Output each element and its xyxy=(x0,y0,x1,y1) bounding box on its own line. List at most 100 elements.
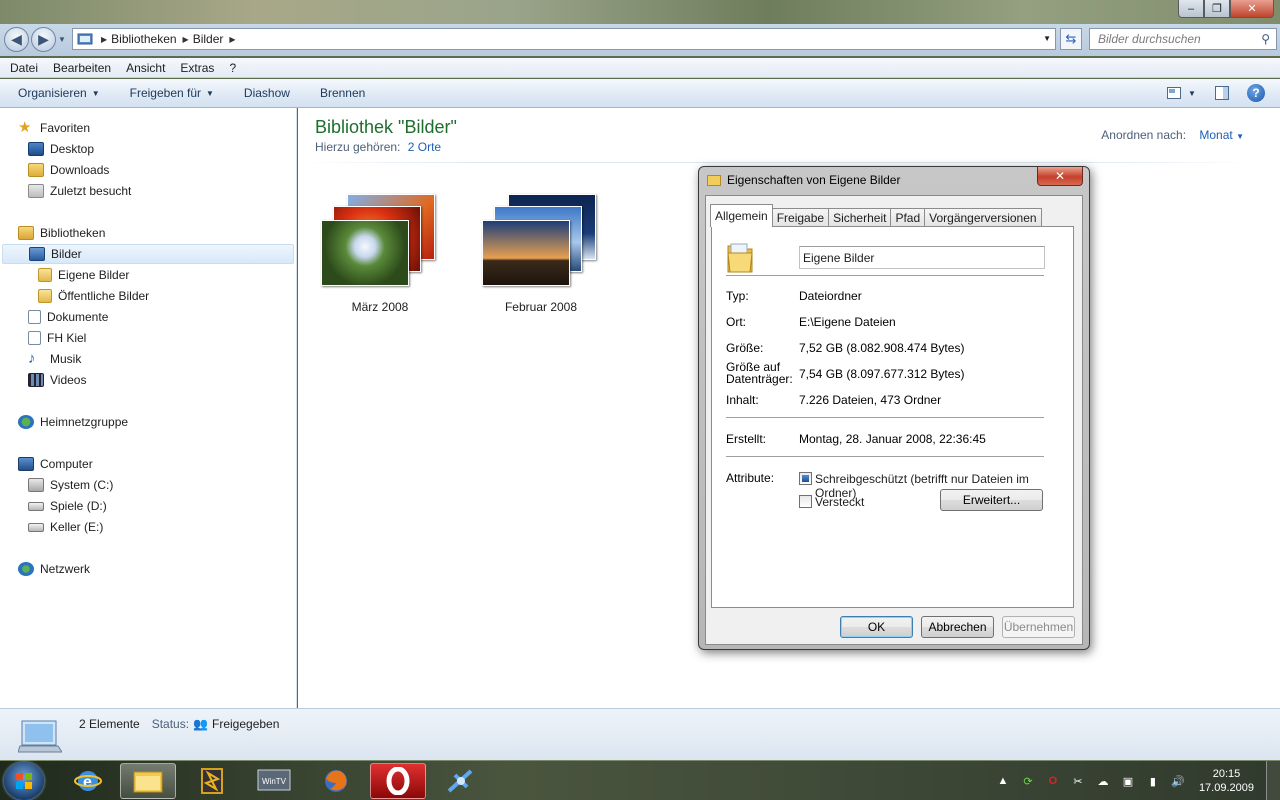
change-view-button[interactable] xyxy=(1164,83,1184,103)
folder-stack-februar-2008[interactable] xyxy=(476,194,606,304)
sync-icon[interactable]: ⟳ xyxy=(1019,773,1037,789)
close-window-button[interactable]: ✕ xyxy=(1230,0,1274,18)
network-tray-icon[interactable]: ☁ xyxy=(1094,773,1112,789)
menu-edit[interactable]: Bearbeiten xyxy=(53,61,111,75)
tab-previous-versions[interactable]: Vorgängerversionen xyxy=(924,208,1042,227)
dialog-close-button[interactable]: ✕ xyxy=(1037,167,1083,186)
film-icon xyxy=(28,373,44,387)
nav-fh-kiel[interactable]: FH Kiel xyxy=(28,328,86,348)
search-icon[interactable]: ⚲ xyxy=(1261,32,1270,46)
refresh-button[interactable]: ⇆ xyxy=(1060,28,1082,50)
taskbar-firefox[interactable] xyxy=(308,763,364,799)
slideshow-button[interactable]: Diashow xyxy=(244,86,290,100)
apply-button[interactable]: Übernehmen xyxy=(1002,616,1075,638)
folder-label[interactable]: Februar 2008 xyxy=(476,300,606,314)
ok-button[interactable]: OK xyxy=(840,616,913,638)
cancel-button[interactable]: Abbrechen xyxy=(921,616,994,638)
folder-name-field[interactable]: Eigene Bilder xyxy=(799,246,1045,269)
folder-label[interactable]: März 2008 xyxy=(315,300,445,314)
nav-libraries[interactable]: Bibliotheken xyxy=(18,223,105,243)
minimize-button[interactable]: – xyxy=(1178,0,1204,18)
system-drive-icon xyxy=(28,478,44,492)
tab-general[interactable]: Allgemein xyxy=(710,204,773,227)
breadcrumb-libraries[interactable]: Bibliotheken xyxy=(111,32,176,46)
nav-drive-d[interactable]: Spiele (D:) xyxy=(28,496,107,516)
recent-pages-dropdown[interactable]: ▼ xyxy=(58,35,66,44)
nav-music[interactable]: ♪ Musik xyxy=(28,349,81,369)
nav-computer[interactable]: Computer xyxy=(18,454,93,474)
search-input[interactable]: Bilder durchsuchen ⚲ xyxy=(1089,28,1277,50)
start-button[interactable] xyxy=(4,762,44,800)
dialog-tabs: Allgemein Freigabe Sicherheit Pfad Vorgä… xyxy=(710,204,1042,227)
readonly-checkbox[interactable] xyxy=(799,472,812,485)
nav-drive-c[interactable]: System (C:) xyxy=(28,475,113,495)
back-button[interactable]: ◀ xyxy=(4,27,29,52)
nav-videos[interactable]: Videos xyxy=(28,370,86,390)
nav-desktop[interactable]: Desktop xyxy=(28,139,94,159)
help-button[interactable]: ? xyxy=(1246,83,1266,103)
folder-stack-maerz-2008[interactable] xyxy=(315,194,445,304)
size-value: 7,52 GB (8.082.908.474 Bytes) xyxy=(799,341,965,355)
forward-button[interactable]: ▶ xyxy=(31,27,56,52)
address-bar[interactable]: ▶ Bibliotheken ▶ Bilder ▶ ▼ xyxy=(72,28,1056,50)
device-tray-icon[interactable]: ▣ xyxy=(1119,773,1137,789)
address-dropdown-icon[interactable]: ▼ xyxy=(1043,34,1051,43)
volume-icon[interactable]: 🔊 xyxy=(1169,773,1187,789)
tool-tray-icon[interactable]: ✂ xyxy=(1069,773,1087,789)
taskbar-opera[interactable] xyxy=(370,763,426,799)
taskbar-network-app[interactable] xyxy=(432,763,488,799)
nav-favorites[interactable]: ★ Favoriten xyxy=(18,118,90,138)
nav-public-pictures[interactable]: Öffentliche Bilder xyxy=(38,286,149,306)
tab-sharing[interactable]: Freigabe xyxy=(771,208,830,227)
arrange-by-dropdown[interactable]: Monat ▼ xyxy=(1199,128,1244,142)
taskbar-internet-explorer[interactable]: e xyxy=(60,763,116,799)
breadcrumb-separator-icon[interactable]: ▶ xyxy=(229,35,235,44)
tab-security[interactable]: Sicherheit xyxy=(828,208,892,227)
library-pictures-icon xyxy=(18,720,62,753)
status-label: Status: xyxy=(151,717,190,731)
attributes-label: Attribute: xyxy=(726,471,775,485)
nav-drive-e[interactable]: Keller (E:) xyxy=(28,517,103,537)
menu-help[interactable]: ? xyxy=(229,61,236,75)
tab-location[interactable]: Pfad xyxy=(890,208,926,227)
nav-label: Videos xyxy=(50,373,87,387)
nav-label: FH Kiel xyxy=(47,331,87,345)
divider xyxy=(726,417,1044,418)
menu-file[interactable]: Datei xyxy=(10,61,38,75)
nav-homegroup[interactable]: Heimnetzgruppe xyxy=(18,412,128,432)
nav-my-pictures[interactable]: Eigene Bilder xyxy=(38,265,129,285)
organize-button[interactable]: Organisieren ▼ xyxy=(18,86,100,100)
signal-tray-icon[interactable]: ▮ xyxy=(1144,773,1162,789)
show-hidden-icons-button[interactable]: ▲ xyxy=(994,773,1012,789)
preview-pane-button[interactable] xyxy=(1212,83,1232,103)
share-with-button[interactable]: Freigeben für ▼ xyxy=(130,86,214,100)
nav-network[interactable]: Netzwerk xyxy=(18,559,90,579)
hidden-checkbox[interactable] xyxy=(799,495,812,508)
item-count: 2 Elemente xyxy=(79,717,140,731)
nav-pictures[interactable]: Bilder xyxy=(2,244,294,264)
size-on-disk-value: 7,54 GB (8.097.677.312 Bytes) xyxy=(799,367,965,381)
hidden-label[interactable]: Versteckt xyxy=(815,495,864,509)
show-desktop-button[interactable] xyxy=(1266,761,1280,800)
size-label: Größe: xyxy=(726,341,764,355)
nav-downloads[interactable]: Downloads xyxy=(28,160,109,180)
taskbar-wintv[interactable]: WinTV xyxy=(246,763,302,799)
nav-recent[interactable]: Zuletzt besucht xyxy=(28,181,131,201)
star-icon: ★ xyxy=(18,119,32,136)
advanced-button[interactable]: Erweitert... xyxy=(940,489,1043,511)
menu-view[interactable]: Ansicht xyxy=(126,61,165,75)
maximize-button[interactable]: ❐ xyxy=(1204,0,1230,18)
network-app-icon xyxy=(447,769,473,793)
menu-tools[interactable]: Extras xyxy=(180,61,214,75)
taskbar-explorer[interactable] xyxy=(120,763,176,799)
opera-tray-icon[interactable]: O xyxy=(1044,773,1062,789)
nav-documents[interactable]: Dokumente xyxy=(28,307,108,327)
view-options-dropdown[interactable]: ▼ xyxy=(1186,83,1198,103)
burn-button[interactable]: Brennen xyxy=(320,86,365,100)
includes-locations-link[interactable]: 2 Orte xyxy=(408,140,441,154)
size-on-disk-label: Größe auf Datenträger: xyxy=(726,361,793,385)
breadcrumb-pictures[interactable]: Bilder xyxy=(193,32,224,46)
clock[interactable]: 20:15 17.09.2009 xyxy=(1199,767,1254,795)
taskbar-winamp[interactable] xyxy=(184,763,240,799)
command-bar: Organisieren ▼ Freigeben für ▼ Diashow Bre… xyxy=(0,79,1280,108)
